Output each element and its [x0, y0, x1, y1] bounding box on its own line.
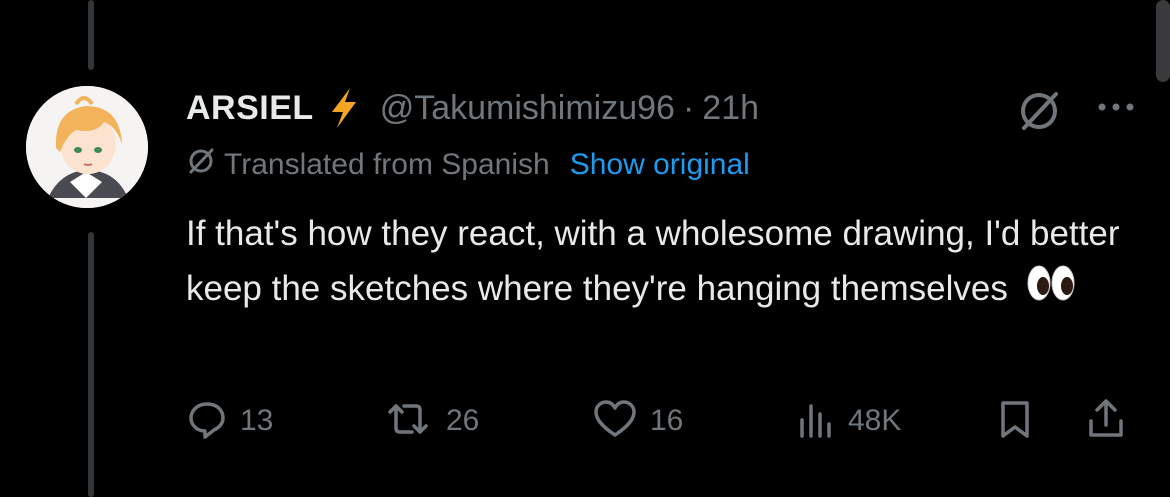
- previous-tweet-actions: [180, 0, 1130, 6]
- scrollbar[interactable]: [1156, 0, 1170, 82]
- show-original-link[interactable]: Show original: [570, 148, 750, 182]
- avatar[interactable]: [26, 86, 148, 208]
- bookmark-button[interactable]: [998, 396, 1032, 446]
- timestamp[interactable]: 21h: [702, 89, 759, 128]
- tweet-actions: 13 26 16 48K: [186, 396, 1146, 446]
- avatar-image: [26, 86, 148, 208]
- grok-icon[interactable]: [1016, 88, 1062, 139]
- repost-count: 26: [446, 404, 480, 437]
- heart-icon: [592, 398, 638, 445]
- views-chart-icon: [796, 398, 836, 445]
- repost-button[interactable]: 26: [382, 396, 479, 446]
- translation-notice: Translated from Spanish Show original: [186, 146, 750, 184]
- reply-button[interactable]: 13: [186, 396, 273, 446]
- lightning-bolt-icon: [326, 86, 362, 130]
- translated-label: Translated from Spanish: [224, 148, 550, 181]
- thread-line-bottom: [88, 232, 94, 497]
- share-icon: [1086, 397, 1126, 446]
- separator-dot: ·: [682, 88, 695, 127]
- repost-icon: [382, 398, 434, 445]
- grok-icon: [186, 146, 216, 184]
- more-horizontal-icon[interactable]: [1096, 100, 1140, 119]
- thread-line-top: [88, 0, 94, 70]
- like-count: 16: [650, 404, 684, 437]
- bookmark-icon: [998, 398, 1032, 445]
- tweet-header: ARSIEL @Takumishimizu96 · 21h: [186, 82, 759, 134]
- tweet-text-content: If that's how they react, with a wholeso…: [186, 214, 1120, 308]
- share-button[interactable]: [1086, 396, 1126, 446]
- reply-count: 13: [240, 404, 274, 437]
- views-button[interactable]: 48K: [796, 396, 901, 446]
- tweet-text: If that's how they react, with a wholeso…: [186, 206, 1126, 319]
- like-button[interactable]: 16: [592, 396, 683, 446]
- reply-icon: [186, 398, 228, 445]
- display-name[interactable]: ARSIEL: [186, 89, 314, 128]
- user-handle[interactable]: @Takumishimizu96: [380, 89, 675, 128]
- views-count: 48K: [848, 404, 902, 437]
- eyes-emoji: [1026, 263, 1076, 319]
